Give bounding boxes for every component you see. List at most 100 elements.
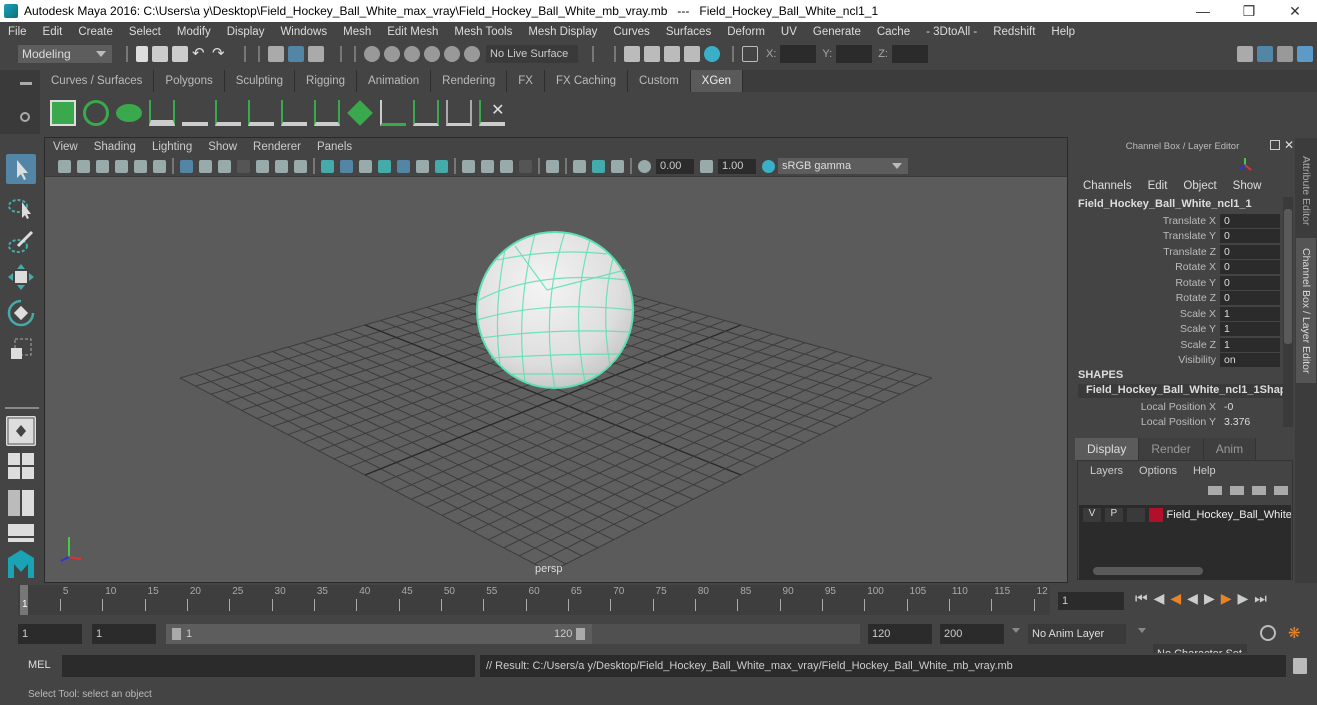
transform-mode-icon[interactable] bbox=[742, 46, 758, 62]
channel-box-axis-icon[interactable] bbox=[1238, 158, 1252, 172]
shelf-tab-rendering[interactable]: Rendering bbox=[431, 70, 508, 92]
menu-deform[interactable]: Deform bbox=[719, 26, 773, 38]
move-tool-icon[interactable] bbox=[6, 262, 36, 292]
close-panel-icon[interactable]: ✕ bbox=[1284, 138, 1294, 152]
menu-cache[interactable]: Cache bbox=[869, 26, 918, 38]
channel-value[interactable]: 0 bbox=[1220, 213, 1280, 228]
cb-menu-object[interactable]: Object bbox=[1175, 180, 1224, 192]
xray-icon[interactable] bbox=[573, 159, 586, 173]
layer-playback-toggle[interactable]: P bbox=[1104, 508, 1123, 522]
layer-tab-anim[interactable]: Anim bbox=[1203, 438, 1257, 460]
exposure-icon[interactable] bbox=[638, 159, 651, 173]
shelf-tab-curves-surfaces[interactable]: Curves / Surfaces bbox=[40, 70, 155, 92]
resolution-gate-icon[interactable] bbox=[218, 159, 231, 173]
move-layer-down-icon[interactable] bbox=[1230, 486, 1244, 495]
shelf-tab-sculpting[interactable]: Sculpting bbox=[224, 70, 296, 92]
menu-file[interactable]: File bbox=[0, 26, 35, 38]
gamma-icon[interactable] bbox=[700, 159, 713, 173]
motion-blur-icon[interactable] bbox=[481, 159, 494, 173]
channel-value[interactable]: -0 bbox=[1220, 400, 1280, 414]
perspective-viewport[interactable]: persp bbox=[45, 177, 1067, 582]
z-coordinate-input[interactable] bbox=[891, 45, 928, 63]
channel-value[interactable]: 1 bbox=[1220, 306, 1280, 321]
menu-mesh-tools[interactable]: Mesh Tools bbox=[446, 26, 520, 38]
xray-joints-icon[interactable] bbox=[611, 159, 624, 173]
anti-aliasing-icon[interactable] bbox=[500, 159, 513, 173]
time-slider[interactable]: 1 5 10 15 20 25 30 35 40 45 50 55 60 65 70 75 80 85 90 95 1… bbox=[18, 585, 1050, 615]
step-back-key-icon[interactable]: ◀ bbox=[1170, 590, 1181, 607]
cb-menu-show[interactable]: Show bbox=[1225, 180, 1270, 192]
layer-color-swatch[interactable] bbox=[1148, 508, 1163, 522]
menu-curves[interactable]: Curves bbox=[605, 26, 657, 38]
shelf-tab-xgen[interactable]: XGen bbox=[690, 70, 744, 92]
cb-menu-edit[interactable]: Edit bbox=[1140, 180, 1176, 192]
lock-guide-icon[interactable] bbox=[280, 100, 307, 126]
screen-space-ao-icon[interactable] bbox=[462, 159, 475, 173]
panel-menu-panels[interactable]: Panels bbox=[309, 141, 360, 153]
script-language-toggle[interactable]: MEL bbox=[28, 659, 51, 671]
select-guide-icon[interactable] bbox=[412, 100, 439, 126]
layer-menu-help[interactable]: Help bbox=[1185, 465, 1224, 477]
range-end-handle[interactable] bbox=[576, 628, 585, 640]
layer-visibility-toggle[interactable]: V bbox=[1083, 508, 1101, 522]
add-guide-icon[interactable] bbox=[148, 100, 175, 126]
gamma-input[interactable]: 1.00 bbox=[718, 158, 756, 174]
menu-help[interactable]: Help bbox=[1043, 26, 1083, 38]
scrollbar-thumb[interactable] bbox=[1284, 209, 1292, 344]
layer-display-type-toggle[interactable] bbox=[1126, 508, 1145, 522]
menu-mesh[interactable]: Mesh bbox=[335, 26, 379, 38]
depth-of-field-icon[interactable] bbox=[519, 159, 532, 173]
channel-row[interactable]: Rotate X 0 bbox=[1075, 260, 1283, 275]
range-start-handle[interactable] bbox=[172, 628, 181, 640]
panel-menu-renderer[interactable]: Renderer bbox=[245, 141, 309, 153]
channel-value[interactable]: 0 bbox=[1220, 244, 1280, 259]
select-component-icon[interactable] bbox=[308, 46, 324, 62]
persp-graph-layout-icon[interactable] bbox=[6, 522, 36, 542]
range-slider[interactable]: 1 120 bbox=[166, 624, 592, 644]
shelf-tab-menu-icon[interactable] bbox=[20, 82, 32, 85]
scrollbar-thumb[interactable] bbox=[1093, 567, 1203, 575]
layer-row[interactable]: V P Field_Hockey_Ball_White bbox=[1079, 505, 1291, 525]
render-frame-icon[interactable] bbox=[644, 46, 660, 62]
layer-menu-options[interactable]: Options bbox=[1131, 465, 1185, 477]
field-hockey-ball-mesh[interactable] bbox=[476, 231, 634, 389]
maya-home-icon[interactable] bbox=[6, 548, 36, 580]
mode-selector[interactable]: Modeling bbox=[18, 45, 112, 63]
safe-action-icon[interactable] bbox=[275, 159, 288, 173]
cb-menu-channels[interactable]: Channels bbox=[1075, 180, 1140, 192]
xgen-excel-icon[interactable] bbox=[49, 100, 76, 126]
layer-name[interactable]: Field_Hockey_Ball_White bbox=[1167, 509, 1291, 521]
shape-channel-row[interactable]: Local Position X -0 bbox=[1075, 399, 1283, 414]
channel-row[interactable]: Translate X 0 bbox=[1075, 213, 1283, 228]
textured-icon[interactable] bbox=[397, 159, 410, 173]
restore-button[interactable]: ❒ bbox=[1226, 0, 1272, 22]
four-view-layout-icon[interactable] bbox=[6, 451, 36, 481]
snap-edge-icon[interactable] bbox=[464, 46, 480, 62]
gate-mask-icon[interactable] bbox=[237, 159, 250, 173]
add-description-icon[interactable] bbox=[214, 100, 241, 126]
channel-value[interactable]: 0 bbox=[1220, 291, 1280, 305]
channel-row[interactable]: Translate Z 0 bbox=[1075, 244, 1283, 259]
save-scene-icon[interactable] bbox=[172, 46, 188, 62]
panel-menu-lighting[interactable]: Lighting bbox=[144, 141, 200, 153]
open-scene-icon[interactable] bbox=[152, 46, 168, 62]
undo-icon[interactable]: ↶ bbox=[192, 46, 208, 62]
grease-pencil-icon[interactable] bbox=[153, 159, 166, 173]
rotate-tool-icon[interactable] bbox=[6, 298, 36, 328]
persp-outliner-layout-icon[interactable] bbox=[6, 488, 36, 518]
snap-grid-icon[interactable] bbox=[364, 46, 380, 62]
menu-edit-mesh[interactable]: Edit Mesh bbox=[379, 26, 446, 38]
character-set-chevron-icon[interactable] bbox=[1138, 628, 1146, 633]
snap-view-plane-icon[interactable] bbox=[424, 46, 440, 62]
playback-start-input[interactable]: 1 bbox=[92, 624, 156, 644]
animation-preferences-icon[interactable]: ❋ bbox=[1288, 624, 1301, 642]
new-layer-from-selected-icon[interactable] bbox=[1274, 486, 1288, 495]
snap-point-icon[interactable] bbox=[404, 46, 420, 62]
shelf-tab-custom[interactable]: Custom bbox=[628, 70, 691, 92]
x-coordinate-input[interactable] bbox=[780, 45, 817, 63]
render-settings-icon[interactable] bbox=[684, 46, 700, 62]
menu-windows[interactable]: Windows bbox=[272, 26, 335, 38]
field-chart-icon[interactable] bbox=[256, 159, 269, 173]
bookmark-icon[interactable] bbox=[96, 159, 109, 173]
film-gate-icon[interactable] bbox=[199, 159, 212, 173]
